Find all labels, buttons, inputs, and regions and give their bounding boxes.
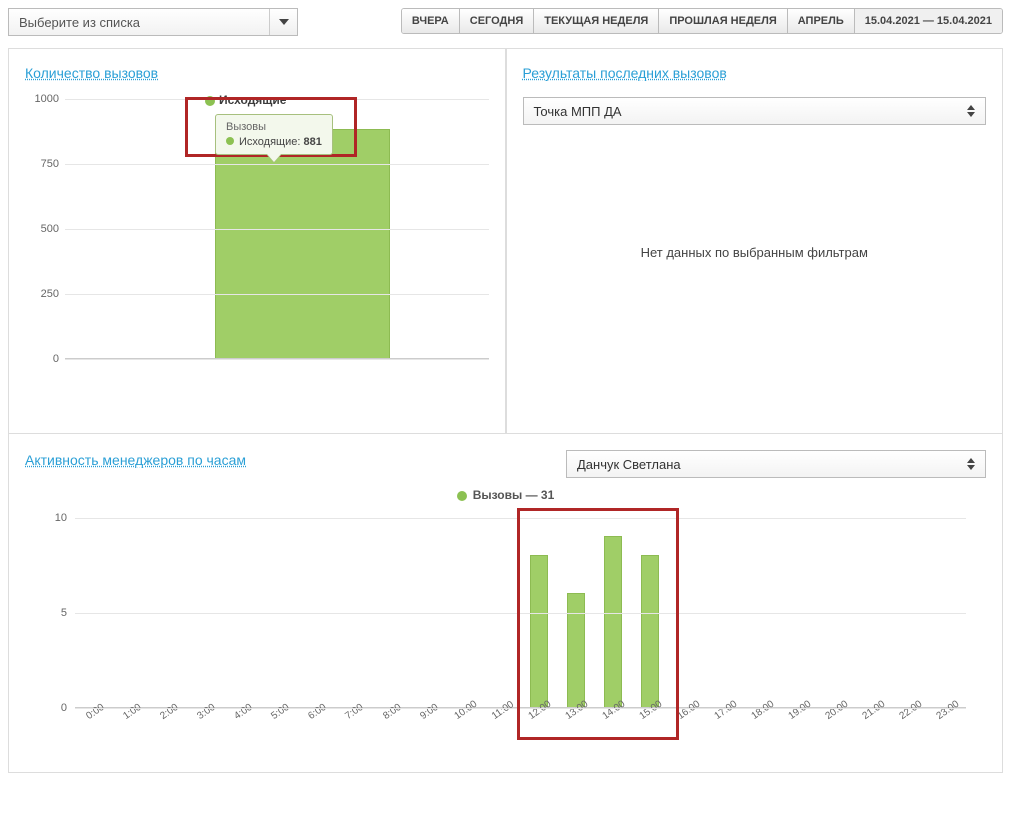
chart-activity-slot: 12:00 [521, 555, 558, 707]
x-axis-tick: 1:00 [121, 702, 143, 722]
x-axis-tick: 9:00 [418, 702, 440, 722]
filter-dropdown-caret[interactable] [269, 9, 297, 35]
chart-activity: 0:00 1:00 2:00 3:00 4:00 5:00 6:00 7:00 8:00 9:00… [25, 508, 986, 748]
results-no-data: Нет данных по выбранным фильтрам [523, 125, 987, 380]
x-axis-tick: 18:00 [749, 699, 776, 722]
chart-activity-slot: 14:00 [595, 536, 632, 707]
tooltip-dot-icon [226, 137, 234, 145]
panel-call-count: Количество вызовов Исходящие 0 250 500 750 1… [8, 49, 506, 434]
x-axis-tick: 6:00 [307, 702, 329, 722]
x-axis-tick: 20:00 [824, 699, 851, 722]
chart-call-count-tooltip: Вызовы Исходящие: 881 [215, 114, 333, 155]
y-axis-tick: 0 [35, 702, 67, 714]
x-axis-tick: 19:00 [786, 699, 813, 722]
tooltip-title: Вызовы [226, 121, 322, 133]
y-axis-tick: 0 [25, 353, 59, 365]
panel-call-count-title[interactable]: Количество вызовов [25, 65, 158, 81]
x-axis-tick: 7:00 [344, 702, 366, 722]
x-axis-tick: 3:00 [195, 702, 217, 722]
x-axis-tick: 17:00 [712, 699, 739, 722]
chart-activity-slot: 15:00 [632, 555, 669, 707]
select-caret-icon [967, 458, 975, 470]
chart-activity-bar[interactable] [604, 536, 622, 707]
activity-manager-value: Данчук Светлана [577, 457, 681, 472]
x-axis-tick: 4:00 [232, 702, 254, 722]
x-axis-tick: 5:00 [269, 702, 291, 722]
x-axis-tick: 11:00 [490, 699, 516, 722]
tooltip-series: Исходящие [239, 136, 297, 148]
tooltip-value: 881 [303, 136, 321, 148]
filter-dropdown[interactable]: Выберите из списка [8, 8, 298, 36]
y-axis-tick: 10 [35, 512, 67, 524]
filter-dropdown-placeholder: Выберите из списка [9, 15, 150, 30]
panel-activity: Активность менеджеров по часам Данчук Св… [8, 434, 1003, 773]
chart-activity-bar[interactable] [567, 593, 585, 707]
x-axis-tick: 22:00 [898, 699, 925, 722]
y-axis-tick: 1000 [25, 93, 59, 105]
period-button[interactable]: СЕГОДНЯ [460, 9, 534, 33]
panel-activity-title[interactable]: Активность менеджеров по часам [25, 452, 246, 468]
y-axis-tick: 750 [25, 158, 59, 170]
y-axis-tick: 5 [35, 607, 67, 619]
chart-call-count: Исходящие 02505007501000 Вызовы Исходящи… [25, 99, 489, 409]
chart-activity-bar[interactable] [641, 555, 659, 707]
legend-label: Вызовы — 31 [473, 488, 555, 502]
panel-call-results-title[interactable]: Результаты последних вызовов [523, 65, 727, 81]
period-button[interactable]: 15.04.2021 — 15.04.2021 [855, 9, 1002, 33]
legend-dot-icon [457, 491, 467, 501]
x-axis-tick: 16:00 [675, 699, 702, 722]
period-button[interactable]: ТЕКУЩАЯ НЕДЕЛЯ [534, 9, 659, 33]
period-button[interactable]: АПРЕЛЬ [788, 9, 855, 33]
x-axis-tick: 10:00 [452, 699, 479, 722]
x-axis-tick: 2:00 [158, 702, 180, 722]
results-filter-value: Точка МПП ДА [534, 104, 622, 119]
y-axis-tick: 500 [25, 223, 59, 235]
x-axis-tick: 0:00 [84, 702, 106, 722]
panel-call-results: Результаты последних вызовов Точка МПП Д… [506, 49, 1004, 434]
caret-down-icon [279, 19, 289, 25]
period-buttons: ВЧЕРАСЕГОДНЯТЕКУЩАЯ НЕДЕЛЯПРОШЛАЯ НЕДЕЛЯ… [401, 8, 1003, 34]
period-button[interactable]: ПРОШЛАЯ НЕДЕЛЯ [659, 9, 787, 33]
tooltip-value-row: Исходящие: 881 [226, 136, 322, 148]
x-axis-tick: 21:00 [861, 699, 888, 722]
x-axis-tick: 8:00 [381, 702, 403, 722]
chart-activity-bar[interactable] [530, 555, 548, 707]
results-filter-select[interactable]: Точка МПП ДА [523, 97, 987, 125]
chart-activity-legend: Вызовы — 31 [25, 488, 986, 502]
y-axis-tick: 250 [25, 288, 59, 300]
activity-manager-select[interactable]: Данчук Светлана [566, 450, 986, 478]
select-caret-icon [967, 105, 975, 117]
chart-activity-slot: 13:00 [558, 593, 595, 707]
period-button[interactable]: ВЧЕРА [402, 9, 460, 33]
x-axis-tick: 23:00 [935, 699, 962, 722]
